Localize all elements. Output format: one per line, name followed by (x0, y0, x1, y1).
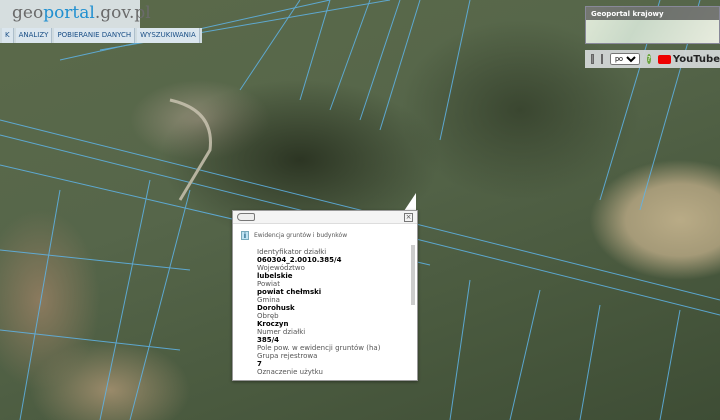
attribute-value: 385/4 (257, 336, 280, 344)
menu-item-truncated[interactable]: K (2, 28, 14, 43)
info-icon: i (241, 231, 249, 240)
attribute-label: Gmina (257, 296, 280, 304)
geoportal-logo[interactable]: geoportal.gov.pl (0, 0, 151, 28)
attribute-value: Kroczyn (257, 320, 289, 328)
toolbar: pol ? YouTube (585, 50, 720, 68)
popup-header: × (233, 211, 417, 224)
attribute-label: Powiat (257, 280, 280, 288)
back-icon[interactable] (237, 213, 255, 221)
legend-icon[interactable] (591, 54, 594, 64)
attribute-label: Grupa rejestrowa (257, 352, 318, 360)
attribute-label: Numer działki (257, 328, 306, 336)
main-menu: K ANALIZY POBIERANIE DANYCH WYSZUKIWANIA (0, 28, 202, 43)
logo-text: portal (43, 3, 95, 23)
popup-pointer (404, 193, 416, 211)
attribute-value: lubelskie (257, 272, 293, 280)
attribute-label: Województwo (257, 264, 305, 272)
layer-source: i Ewidencja gruntów i budynków (241, 231, 401, 240)
attribute-list: Identyfikator działki 060304_2.0010.385/4… (241, 248, 401, 376)
feature-info-popup: × i Ewidencja gruntów i budynków Identyfi… (232, 210, 418, 381)
close-icon[interactable]: × (404, 213, 413, 222)
attribute-label: Obręb (257, 312, 279, 320)
menu-item-analizy[interactable]: ANALIZY (15, 28, 53, 43)
attribute-value: powiat chełmski (257, 288, 322, 296)
youtube-link[interactable]: YouTube (657, 53, 720, 65)
attribute-label: Pole pow. w ewidencji gruntów (ha) (257, 344, 381, 352)
popup-scrollbar[interactable] (410, 227, 416, 378)
scrollbar-thumb[interactable] (411, 245, 415, 305)
menu-item-pobieranie-danych[interactable]: POBIERANIE DANYCH (54, 28, 136, 43)
overview-minimap[interactable]: Geoportal krajowy (585, 6, 720, 44)
youtube-icon (657, 54, 671, 64)
print-icon[interactable] (600, 54, 604, 64)
minimap-title: Geoportal krajowy (586, 7, 719, 20)
popup-content: i Ewidencja gruntów i budynków Identyfika… (233, 225, 409, 380)
logo-text: .gov.pl (94, 3, 151, 23)
menu-item-wyszukiwania[interactable]: WYSZUKIWANIA (137, 28, 200, 43)
attribute-value: 060304_2.0010.385/4 (257, 256, 342, 264)
language-select[interactable]: pol (610, 53, 641, 65)
attribute-label: Identyfikator działki (257, 248, 327, 256)
logo-text: geo (12, 3, 44, 23)
attribute-value: Dorohusk (257, 304, 295, 312)
attribute-value: 7 (257, 360, 262, 368)
youtube-label: YouTube (672, 53, 720, 65)
layer-name: Ewidencja gruntów i budynków (254, 232, 348, 239)
help-icon[interactable]: ? (647, 54, 651, 64)
attribute-label: Oznaczenie użytku (257, 368, 323, 376)
